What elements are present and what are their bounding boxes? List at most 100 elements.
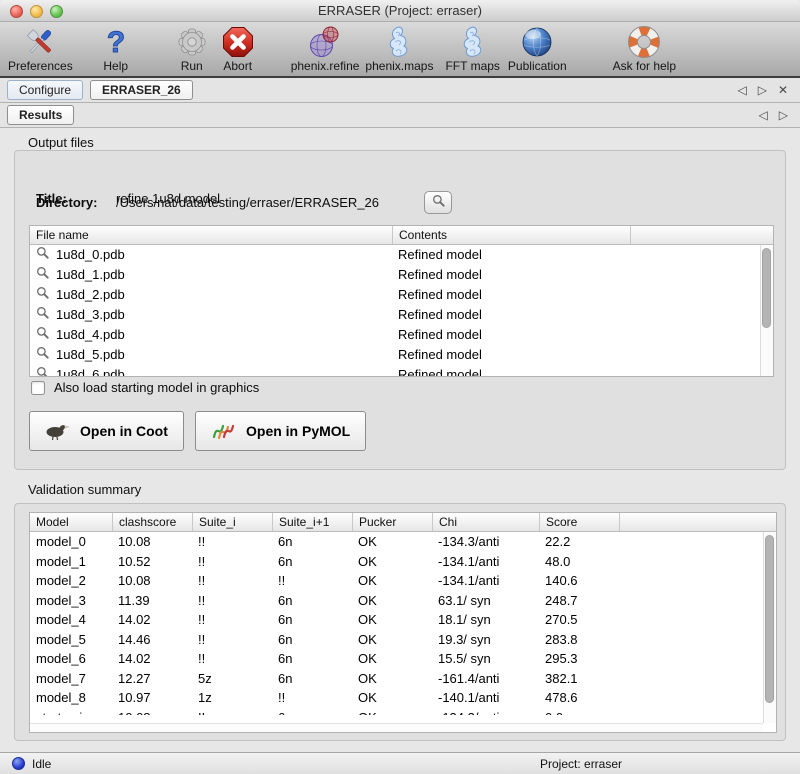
toolbar-button-run[interactable]: Run <box>175 24 209 73</box>
validation-cell <box>619 552 776 572</box>
toolbar-button-fft-maps[interactable]: FFT maps <box>445 24 499 73</box>
open-in-coot-button[interactable]: Open in Coot <box>29 411 184 451</box>
column-header[interactable]: Model <box>30 513 112 531</box>
sub-tab-bar: Results ◁ ▷ <box>0 103 800 128</box>
validation-row[interactable]: model_614.02!!6nOK15.5/ syn295.3 <box>30 649 776 669</box>
validation-cell: 0.0 <box>539 708 619 716</box>
validation-cell: 11.39 <box>112 591 192 611</box>
tab-scroll-right-icon[interactable]: ▷ <box>779 108 788 122</box>
tab-results[interactable]: Results <box>7 105 74 125</box>
validation-cell: 14.46 <box>112 630 192 650</box>
toolbar-button-phenix-maps[interactable]: phenix.maps <box>365 24 433 73</box>
validation-cell: OK <box>352 552 432 572</box>
toolbar-button-help[interactable]: ?Help <box>99 24 133 73</box>
status-text: Idle <box>32 757 51 771</box>
validation-table: ModelclashscoreSuite_iSuite_i+1PuckerChi… <box>29 512 777 733</box>
file-name: 1u8d_0.pdb <box>56 245 125 265</box>
file-row[interactable]: 1u8d_3.pdbRefined model <box>30 305 773 325</box>
toolbar-button-abort[interactable]: Abort <box>221 24 255 73</box>
file-table-scrollbar[interactable] <box>760 245 773 376</box>
toolbar-button-ask-for-help[interactable]: Ask for help <box>613 24 676 73</box>
validation-row[interactable]: model_210.08!!!!OK-134.1/anti140.6 <box>30 571 776 591</box>
validation-cell: OK <box>352 532 432 552</box>
open-in-coot-label: Open in Coot <box>80 423 168 439</box>
column-header[interactable]: clashscore <box>112 513 192 531</box>
toolbar-button-label: Preferences <box>8 59 73 73</box>
column-header[interactable]: File name <box>30 226 392 244</box>
tab-scroll-right-icon[interactable]: ▷ <box>758 83 767 97</box>
minimize-window-button[interactable] <box>30 5 43 18</box>
validation-cell: model_1 <box>30 552 112 572</box>
file-row[interactable]: 1u8d_2.pdbRefined model <box>30 285 773 305</box>
scrollbar-thumb[interactable] <box>762 248 771 328</box>
file-row[interactable]: 1u8d_5.pdbRefined model <box>30 345 773 365</box>
tab-close-icon[interactable]: ✕ <box>778 83 788 97</box>
map-icon <box>384 24 414 59</box>
validation-cell: 382.1 <box>539 669 619 689</box>
validation-table-scrollbar[interactable] <box>763 532 776 723</box>
file-row[interactable]: 1u8d_0.pdbRefined model <box>30 245 773 265</box>
tab-configure[interactable]: Configure <box>7 80 83 100</box>
browse-directory-button[interactable] <box>424 191 452 214</box>
validation-cell <box>619 708 776 716</box>
question-icon: ? <box>99 24 133 59</box>
column-header[interactable]: Score <box>539 513 619 531</box>
validation-cell <box>619 591 776 611</box>
validation-cell: model_5 <box>30 630 112 650</box>
tab-erraser-26[interactable]: ERRASER_26 <box>90 80 193 100</box>
validation-cell: 478.6 <box>539 688 619 708</box>
title-bar: ERRASER (Project: erraser) <box>0 0 800 22</box>
tab-scroll-left-icon[interactable]: ◁ <box>737 83 746 97</box>
validation-cell: 10.52 <box>112 552 192 572</box>
validation-cell: 22.2 <box>539 532 619 552</box>
toolbar-button-phenix-refine[interactable]: phenix.refine <box>291 24 360 73</box>
open-in-pymol-button[interactable]: Open in PyMOL <box>195 411 366 451</box>
validation-row[interactable]: model_810.971z!!OK-140.1/anti478.6 <box>30 688 776 708</box>
validation-cell: model_3 <box>30 591 112 611</box>
validation-cell: model_8 <box>30 688 112 708</box>
load-starting-model-label: Also load starting model in graphics <box>54 380 259 395</box>
validation-row[interactable]: start_min10.08!!6nOK-134.3/anti0.0 <box>30 708 776 716</box>
column-header[interactable]: Pucker <box>352 513 432 531</box>
toolbar-button-publication[interactable]: Publication <box>508 24 567 73</box>
validation-cell: !! <box>192 552 272 572</box>
column-header[interactable] <box>619 513 776 531</box>
validation-row[interactable]: model_110.52!!6nOK-134.1/anti48.0 <box>30 552 776 572</box>
column-header[interactable] <box>630 226 773 244</box>
validation-table-hscrollbar[interactable] <box>30 723 763 732</box>
validation-cell: OK <box>352 669 432 689</box>
toolbar-button-label: phenix.maps <box>365 59 433 73</box>
refine-icon <box>308 24 342 59</box>
validation-row[interactable]: model_311.39!!6nOK63.1/ syn248.7 <box>30 591 776 611</box>
validation-row[interactable]: model_010.08!!6nOK-134.3/anti22.2 <box>30 532 776 552</box>
file-name: 1u8d_1.pdb <box>56 265 125 285</box>
file-row[interactable]: 1u8d_1.pdbRefined model <box>30 265 773 285</box>
toolbar-button-label: Abort <box>223 59 252 73</box>
sub-tab-nav: ◁ ▷ <box>759 108 788 122</box>
main-tab-nav: ◁ ▷ ✕ <box>737 83 788 97</box>
column-header[interactable]: Contents <box>392 226 630 244</box>
file-row[interactable]: 1u8d_4.pdbRefined model <box>30 325 773 345</box>
directory-field-label: Directory: <box>36 195 97 210</box>
magnifier-icon <box>36 265 49 285</box>
column-header[interactable]: Chi <box>432 513 539 531</box>
tab-scroll-left-icon[interactable]: ◁ <box>759 108 768 122</box>
magnifier-icon <box>36 285 49 305</box>
column-header[interactable]: Suite_i <box>192 513 272 531</box>
validation-row[interactable]: model_414.02!!6nOK18.1/ syn270.5 <box>30 610 776 630</box>
zoom-window-button[interactable] <box>50 5 63 18</box>
scrollbar-thumb[interactable] <box>765 535 774 703</box>
file-name: 1u8d_4.pdb <box>56 325 125 345</box>
load-starting-model-checkbox[interactable] <box>31 381 45 395</box>
column-header[interactable]: Suite_i+1 <box>272 513 352 531</box>
file-empty-cell <box>630 305 773 325</box>
close-window-button[interactable] <box>10 5 23 18</box>
tools-icon <box>23 24 57 59</box>
validation-row[interactable]: model_514.46!!6nOK19.3/ syn283.8 <box>30 630 776 650</box>
validation-summary-panel: ModelclashscoreSuite_iSuite_i+1PuckerChi… <box>14 503 786 741</box>
file-row[interactable]: 1u8d_6.pdbRefined model <box>30 365 773 376</box>
validation-row[interactable]: model_712.275z6nOK-161.4/anti382.1 <box>30 669 776 689</box>
file-name: 1u8d_3.pdb <box>56 305 125 325</box>
toolbar-button-preferences[interactable]: Preferences <box>8 24 73 73</box>
validation-cell: model_0 <box>30 532 112 552</box>
